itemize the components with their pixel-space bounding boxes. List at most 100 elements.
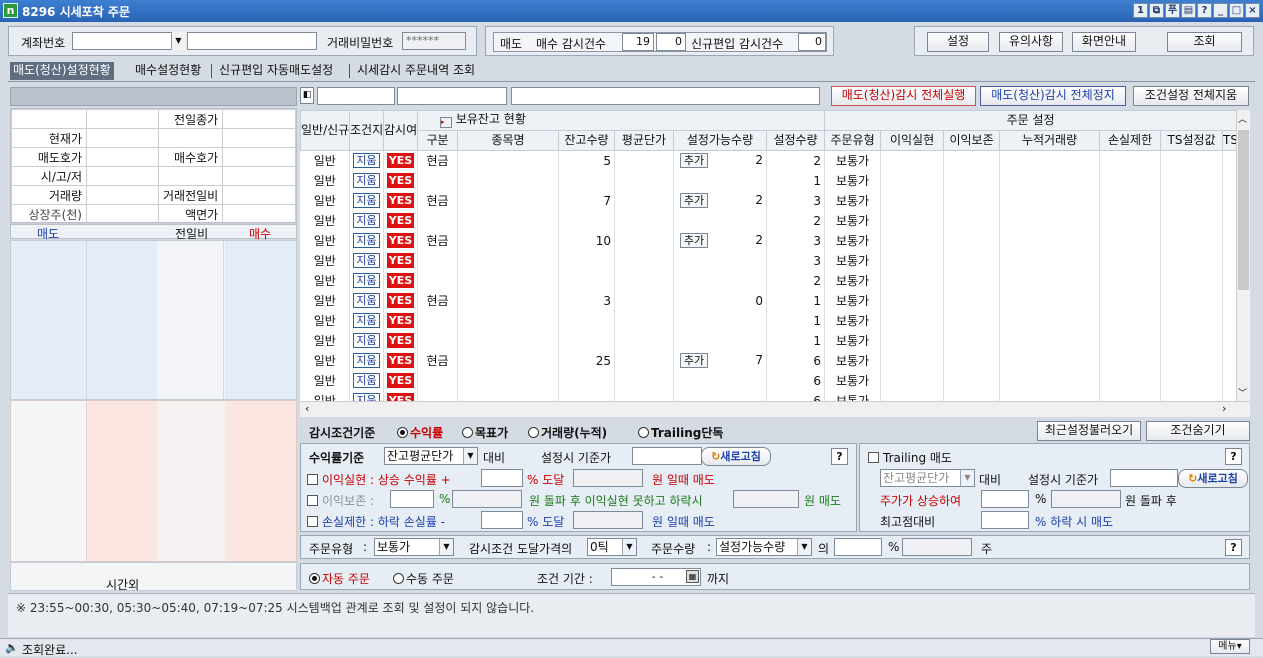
run-all-button[interactable]: 매도(청산)감시 전체실행 <box>831 86 976 106</box>
delete-condition-button[interactable]: 지움 <box>353 213 380 228</box>
criteria-profit-radio[interactable]: 수익률 <box>397 424 443 441</box>
criteria-target-radio[interactable]: 목표가 <box>462 424 508 441</box>
add-button[interactable]: 추가 <box>680 153 708 169</box>
trailing-ref-input[interactable] <box>1110 469 1178 487</box>
password-input[interactable]: ****** <box>402 32 466 50</box>
criteria-trailing-radio[interactable]: Trailing단독 <box>638 424 723 441</box>
tab-buy-settings[interactable]: 매수설정현황 <box>135 62 201 80</box>
order-type-select[interactable]: 보통가 ▼ <box>374 538 454 556</box>
notes-button[interactable]: 유의사항 <box>999 32 1063 52</box>
tick-select[interactable]: 0틱 ▼ <box>587 538 637 556</box>
table-row[interactable]: 일반 지움 YES 현금 3 0 1 보통가 <box>300 290 1236 311</box>
watch-toggle[interactable]: YES <box>387 233 414 248</box>
table-row[interactable]: 일반 지움 YES 현금 10 추가 2 3 보통가 <box>300 230 1236 251</box>
settings-button[interactable]: 설정 <box>927 32 989 52</box>
profit-refresh-button[interactable]: ↻새로고침 <box>701 447 771 466</box>
stop-all-button[interactable]: 매도(청산)감시 전체정지 <box>980 86 1126 106</box>
filter-field-2[interactable] <box>397 87 507 105</box>
delete-condition-button[interactable]: 지움 <box>353 173 380 188</box>
delete-condition-button[interactable]: 지움 <box>353 273 380 288</box>
order-pct-input[interactable] <box>834 538 882 556</box>
calendar-icon[interactable]: ▦ <box>686 570 699 583</box>
table-row[interactable]: 일반 지움 YES 1 보통가 <box>300 310 1236 331</box>
delete-condition-button[interactable]: 지움 <box>353 253 380 268</box>
stop-loss-checkbox[interactable] <box>307 516 318 527</box>
watch-toggle[interactable]: YES <box>387 393 414 401</box>
delete-condition-button[interactable]: 지움 <box>353 293 380 308</box>
delete-condition-button[interactable]: 지움 <box>353 333 380 348</box>
speaker-icon[interactable]: 🔈 <box>5 641 19 654</box>
add-button[interactable]: 추가 <box>680 353 708 368</box>
trailing-refresh-button[interactable]: ↻새로고침 <box>1178 469 1248 488</box>
copy-icon[interactable]: ⧉ <box>1149 3 1164 18</box>
profit-basis-select[interactable]: 잔고평균단가 ▼ <box>384 447 478 465</box>
watch-toggle[interactable]: YES <box>387 353 414 368</box>
screen-guide-button[interactable]: 화면안내 <box>1072 32 1136 52</box>
watch-toggle[interactable]: YES <box>387 173 414 188</box>
table-row[interactable]: 일반 지움 YES 1 보통가 <box>300 170 1236 191</box>
hide-conditions-button[interactable]: 조건숨기기 <box>1146 421 1250 441</box>
profit-help-button[interactable]: ? <box>831 448 848 465</box>
add-button[interactable]: 추가 <box>680 193 708 208</box>
take-profit-checkbox[interactable] <box>307 474 318 485</box>
menu-button[interactable]: 메뉴▾ <box>1210 639 1250 654</box>
menu-icon[interactable]: ▤ <box>1181 3 1196 18</box>
toggle-panel-icon[interactable]: ◧ <box>300 87 314 104</box>
table-row[interactable]: 일반 지움 YES 2 보통가 <box>300 270 1236 291</box>
trailing-basis-select[interactable]: 잔고평균단가 ▼ <box>880 469 975 487</box>
table-row[interactable]: 일반 지움 YES 1 보통가 <box>300 330 1236 351</box>
delete-condition-button[interactable]: 지움 <box>353 233 380 248</box>
link-button[interactable]: 1 <box>1133 3 1148 18</box>
delete-condition-button[interactable]: 지움 <box>353 393 380 401</box>
trailing-rise-pct-input[interactable] <box>981 490 1029 508</box>
pin-button[interactable]: 푸 <box>1165 3 1180 18</box>
tab-order-history[interactable]: 시세감시 주문내역 조회 <box>357 62 475 80</box>
criteria-volume-radio[interactable]: 거래량(누적) <box>528 424 607 441</box>
help-button[interactable]: ? <box>1197 3 1212 18</box>
delete-condition-button[interactable]: 지움 <box>353 153 380 169</box>
table-row[interactable]: 일반 지움 YES 현금 7 추가 2 3 보통가 <box>300 190 1236 211</box>
expand-icon[interactable]: ▸ <box>440 117 452 128</box>
watch-toggle[interactable]: YES <box>387 293 414 308</box>
chevron-down-icon[interactable]: ▼ <box>171 32 185 50</box>
account-number-input[interactable] <box>72 32 184 50</box>
table-row[interactable]: 일반 지움 YES 현금 5 추가 2 2 보통가 <box>300 150 1236 171</box>
delete-condition-button[interactable]: 지움 <box>353 193 380 208</box>
order-help-button[interactable]: ? <box>1225 539 1242 556</box>
query-button[interactable]: 조회 <box>1167 32 1242 52</box>
trailing-checkbox[interactable] <box>868 452 879 463</box>
watch-toggle[interactable]: YES <box>387 193 414 208</box>
auto-order-radio[interactable]: 자동 주문 <box>309 570 370 587</box>
scroll-right-icon[interactable]: › <box>1222 402 1226 415</box>
profit-ref-input[interactable] <box>632 447 702 465</box>
stop-loss-pct-input[interactable] <box>481 511 523 529</box>
scroll-left-icon[interactable]: ‹ <box>305 402 309 415</box>
order-qty-select[interactable]: 설정가능수량 ▼ <box>716 538 812 556</box>
watch-toggle[interactable]: YES <box>387 253 414 268</box>
trailing-fall-pct-input[interactable] <box>981 511 1029 529</box>
maximize-button[interactable]: □ <box>1229 3 1244 18</box>
watch-toggle[interactable]: YES <box>387 153 414 169</box>
load-recent-button[interactable]: 최근설정불러오기 <box>1037 421 1141 441</box>
preserve-pct-input[interactable] <box>390 490 434 508</box>
grid-vscroll[interactable]: ︿ ﹀ <box>1236 110 1250 401</box>
watch-toggle[interactable]: YES <box>387 373 414 388</box>
manual-order-radio[interactable]: 수동 주문 <box>393 570 454 587</box>
trailing-help-button[interactable]: ? <box>1225 448 1242 465</box>
table-row[interactable]: 일반 지움 YES 3 보통가 <box>300 250 1236 271</box>
watch-toggle[interactable]: YES <box>387 273 414 288</box>
table-row[interactable]: 일반 지움 YES 2 보통가 <box>300 210 1236 231</box>
delete-condition-button[interactable]: 지움 <box>353 313 380 328</box>
minimize-button[interactable]: _ <box>1213 3 1228 18</box>
add-button[interactable]: 추가 <box>680 233 708 248</box>
tab-sell-settings[interactable]: 매도(청산)설정현황 <box>10 62 114 80</box>
watch-toggle[interactable]: YES <box>387 313 414 328</box>
preserve-checkbox[interactable] <box>307 495 318 506</box>
tab-new-auto-sell[interactable]: 신규편입 자동매도설정 <box>219 62 333 80</box>
grid-hscroll[interactable]: ‹ › <box>300 401 1250 417</box>
table-row[interactable]: 일반 지움 YES 현금 25 추가 7 6 보통가 <box>300 350 1236 371</box>
filter-field-1[interactable] <box>317 87 395 105</box>
scroll-down-icon[interactable]: ﹀ <box>1238 386 1247 399</box>
close-button[interactable]: × <box>1245 3 1260 18</box>
watch-toggle[interactable]: YES <box>387 213 414 228</box>
